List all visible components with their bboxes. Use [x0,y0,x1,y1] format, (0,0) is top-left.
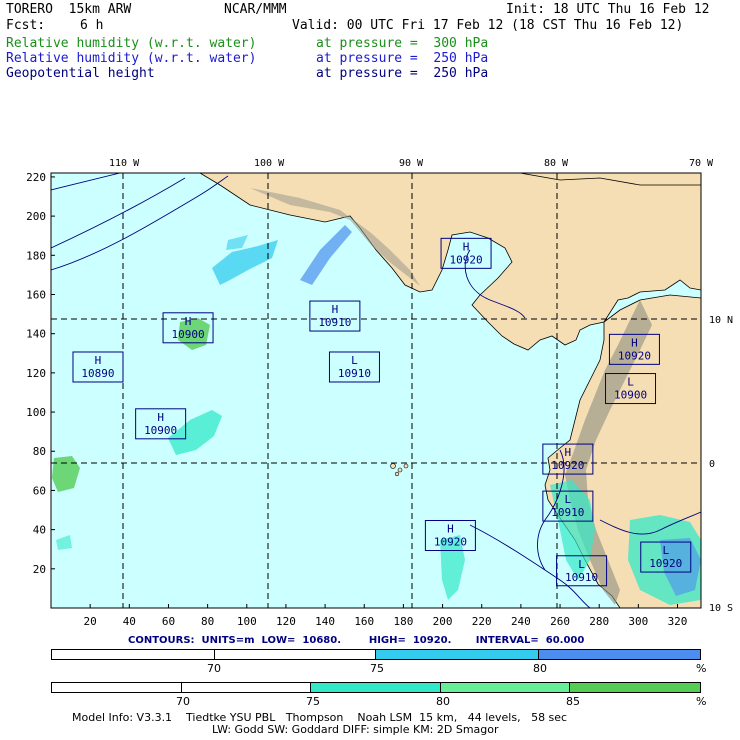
x-tick-label: 140 [315,615,335,628]
center-type: H [463,240,470,253]
center-type: L [627,376,634,389]
center-value: 10890 [81,367,114,380]
lat-labels: 10 N 0 10 S [709,315,733,614]
colorbar-label: 70 [207,662,221,675]
colorbar-segment [52,683,182,692]
center-type: H [95,354,102,367]
center-type: L [662,544,669,557]
x-tick-label: 280 [589,615,609,628]
contour-info: CONTOURS: UNITS=m LOW= 10680. HIGH= 1092… [128,635,585,646]
y-tick-label: 80 [33,445,46,458]
y-tick-label: 180 [26,249,46,262]
colorbar-rh300 [51,682,701,693]
x-tick-label: 200 [433,615,453,628]
colorbar-segment [376,650,539,659]
x-tick-label: 240 [511,615,531,628]
x-tick-label: 160 [354,615,374,628]
center-type: H [565,446,572,459]
colorbar-rh250 [51,649,701,660]
lon-label: 90 W [399,158,424,169]
colorbar-unit: % [696,662,707,675]
colorbar-label: 85 [566,695,580,708]
colorbar-label: 70 [176,695,190,708]
x-tick-label: 80 [201,615,214,628]
y-tick-label: 100 [26,406,46,419]
x-tick-label: 220 [472,615,492,628]
x-tick-label: 260 [550,615,570,628]
y-tick-label: 220 [26,171,46,184]
lon-label: 70 W [689,158,714,169]
colorbar-label: 80 [533,662,547,675]
colorbar-label: 75 [306,695,320,708]
y-tick-label: 40 [33,524,46,537]
colorbar-label: 80 [436,695,450,708]
colorbar-segment [538,650,700,659]
model-info-line2: LW: Godd SW: Goddard DIFF: simple KM: 2D… [212,723,499,736]
colorbar-label: 75 [370,662,384,675]
lat-label: 10 N [709,315,733,326]
island [397,467,403,473]
center-value: 10910 [551,506,584,519]
y-tick-label: 120 [26,367,46,380]
center-type: H [447,523,454,536]
center-type: H [332,303,339,316]
center-value: 10910 [338,367,371,380]
lon-label: 80 W [544,158,569,169]
island [403,463,409,469]
y-tick-label: 200 [26,210,46,223]
x-tick-label: 180 [393,615,413,628]
x-tick-label: 320 [668,615,688,628]
y-tick-label: 140 [26,328,46,341]
x-tick-label: 120 [276,615,296,628]
center-value: 10900 [144,424,177,437]
colorbar-segment [570,683,700,692]
center-type: H [631,336,638,349]
center-value: 10900 [614,389,647,402]
center-type: L [351,354,358,367]
y-tick-label: 160 [26,288,46,301]
center-value: 10920 [434,536,467,549]
y-tick-label: 60 [33,484,46,497]
center-value: 10910 [318,316,351,329]
center-value: 10900 [171,328,204,341]
x-tick-label: 60 [162,615,175,628]
lon-labels: 110 W 100 W 90 W 80 W 70 W [109,158,714,169]
colorbar-segment [440,683,571,692]
lon-label: 110 W [109,158,140,169]
colorbar-segment [52,650,215,659]
center-value: 10910 [565,571,598,584]
island [394,471,400,477]
lat-label: 0 [709,459,715,470]
center-type: L [565,493,572,506]
center-value: 10920 [618,349,651,362]
colorbar-segment [214,650,376,659]
island [390,463,396,469]
colorbar-segment [311,683,441,692]
center-type: L [578,558,585,571]
center-value: 10920 [449,253,482,266]
weather-map: 110 W 100 W 90 W 80 W 70 W 10 N 0 10 S H… [26,158,733,628]
center-type: H [185,315,192,328]
x-tick-label: 300 [628,615,648,628]
colorbar-unit: % [696,695,707,708]
x-tick-label: 20 [84,615,97,628]
center-value: 10920 [649,557,682,570]
center-value: 10920 [551,459,584,472]
y-tick-label: 20 [33,563,46,576]
x-tick-label: 100 [237,615,257,628]
center-type: H [157,411,164,424]
colorbar-segment [181,683,312,692]
x-tick-label: 40 [123,615,136,628]
lat-label: 10 S [709,603,733,614]
lon-label: 100 W [254,158,285,169]
